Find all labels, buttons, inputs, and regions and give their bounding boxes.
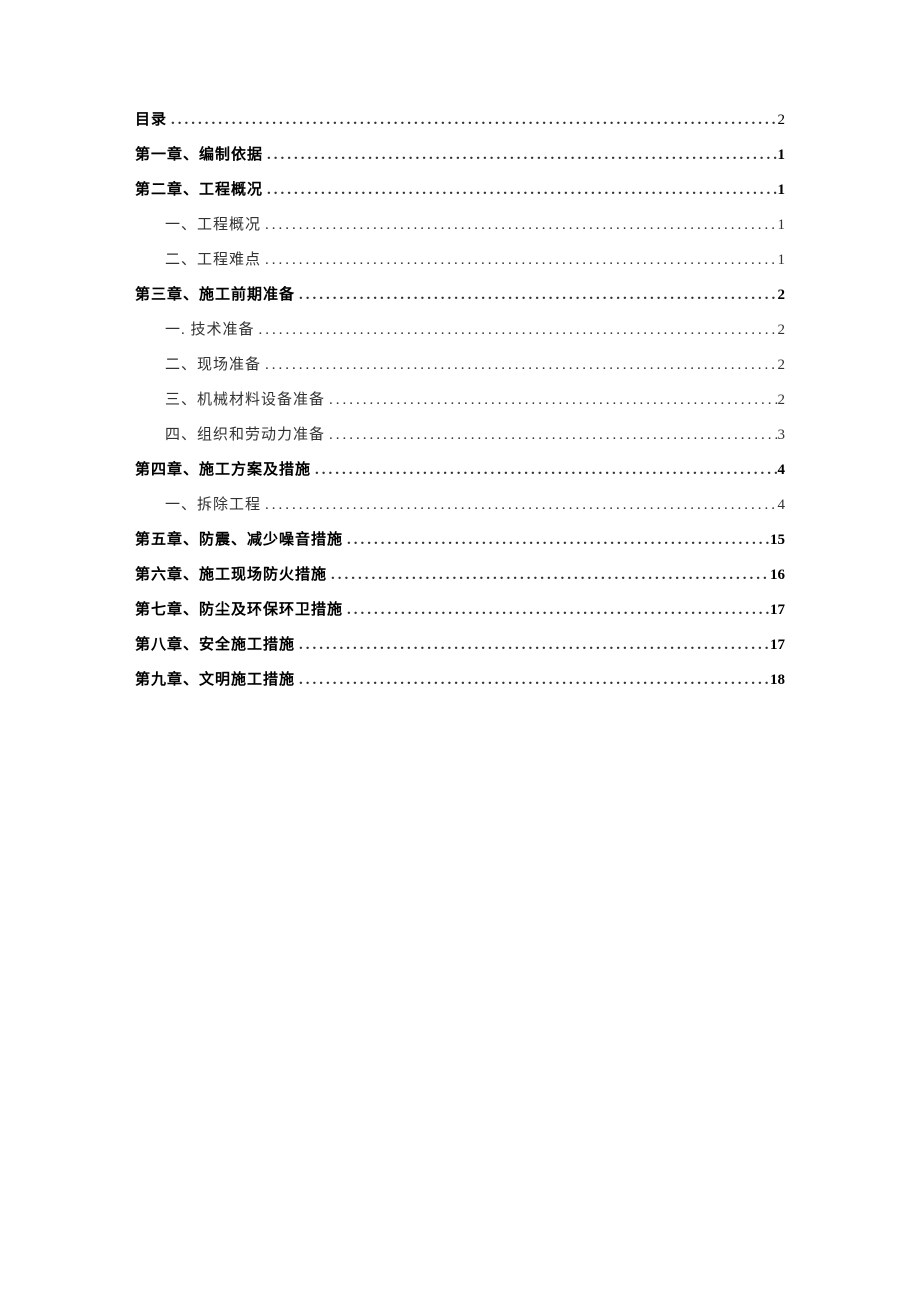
toc-entry: 第三章、施工前期准备 2	[135, 285, 785, 306]
toc-entry-label: 第一章、编制依据	[135, 145, 263, 166]
toc-entry-page: 2	[778, 355, 786, 376]
toc-entry-page: 1	[778, 250, 786, 271]
toc-leader-dots	[261, 250, 777, 271]
toc-entry-label: 第七章、防尘及环保环卫措施	[135, 600, 343, 621]
toc-entry: 二、现场准备 2	[135, 355, 785, 376]
toc-leader-dots	[295, 670, 770, 691]
toc-entry-page: 4	[778, 495, 786, 516]
toc-leader-dots	[261, 495, 777, 516]
toc-entry-label: 一、拆除工程	[165, 495, 261, 516]
toc-entry: 一、工程概况 1	[135, 215, 785, 236]
toc-entry-page: 17	[770, 600, 785, 621]
toc-entry: 一、拆除工程 4	[135, 495, 785, 516]
table-of-contents: 目录 2 第一章、编制依据 1 第二章、工程概况 1 一、工程概况 1 二、工程难点 1 第三章、施…	[135, 110, 785, 691]
toc-entry-page: 15	[770, 530, 785, 551]
toc-entry-page: 4	[778, 460, 786, 481]
toc-leader-dots	[263, 180, 777, 201]
toc-entry: 第五章、防震、减少噪音措施 15	[135, 530, 785, 551]
toc-entry: 四、组织和劳动力准备 3	[135, 425, 785, 446]
toc-leader-dots	[311, 460, 777, 481]
toc-entry-label: 二、工程难点	[165, 250, 261, 271]
toc-entry: 第七章、防尘及环保环卫措施 17	[135, 600, 785, 621]
toc-entry-page: 2	[778, 110, 786, 131]
toc-entry: 目录 2	[135, 110, 785, 131]
toc-leader-dots	[167, 110, 777, 131]
toc-entry: 二、工程难点 1	[135, 250, 785, 271]
toc-entry-page: 2	[778, 285, 786, 306]
toc-entry-label: 第九章、文明施工措施	[135, 670, 295, 691]
toc-entry: 第一章、编制依据 1	[135, 145, 785, 166]
toc-entry-label: 四、组织和劳动力准备	[165, 425, 325, 446]
toc-entry-page: 1	[778, 180, 786, 201]
toc-entry: 一. 技术准备 2	[135, 320, 785, 341]
toc-leader-dots	[343, 530, 770, 551]
toc-entry-label: 第四章、施工方案及措施	[135, 460, 311, 481]
toc-entry-label: 一. 技术准备	[165, 320, 255, 341]
toc-entry: 第八章、安全施工措施 17	[135, 635, 785, 656]
toc-entry: 第九章、文明施工措施 18	[135, 670, 785, 691]
toc-entry-page: 1	[778, 215, 786, 236]
toc-entry-label: 三、机械材料设备准备	[165, 390, 325, 411]
toc-entry-page: 2	[778, 390, 786, 411]
toc-leader-dots	[327, 565, 770, 586]
toc-leader-dots	[295, 635, 770, 656]
toc-leader-dots	[255, 320, 778, 341]
toc-entry-page: 2	[778, 320, 786, 341]
toc-entry-page: 17	[770, 635, 785, 656]
toc-entry-label: 第二章、工程概况	[135, 180, 263, 201]
toc-leader-dots	[261, 215, 777, 236]
toc-entry-page: 1	[778, 145, 786, 166]
toc-entry-page: 3	[778, 425, 786, 446]
toc-entry-page: 16	[770, 565, 785, 586]
toc-entry: 第四章、施工方案及措施 4	[135, 460, 785, 481]
toc-leader-dots	[343, 600, 770, 621]
toc-leader-dots	[325, 390, 777, 411]
toc-entry: 三、机械材料设备准备 2	[135, 390, 785, 411]
toc-entry-label: 第八章、安全施工措施	[135, 635, 295, 656]
toc-leader-dots	[295, 285, 777, 306]
toc-entry-page: 18	[770, 670, 785, 691]
toc-entry-label: 二、现场准备	[165, 355, 261, 376]
toc-leader-dots	[325, 425, 777, 446]
toc-leader-dots	[261, 355, 777, 376]
toc-entry-label: 第五章、防震、减少噪音措施	[135, 530, 343, 551]
toc-leader-dots	[263, 145, 777, 166]
toc-entry: 第六章、施工现场防火措施 16	[135, 565, 785, 586]
toc-entry-label: 第三章、施工前期准备	[135, 285, 295, 306]
toc-entry-label: 一、工程概况	[165, 215, 261, 236]
toc-entry-label: 目录	[135, 110, 167, 131]
toc-entry-label: 第六章、施工现场防火措施	[135, 565, 327, 586]
toc-entry: 第二章、工程概况 1	[135, 180, 785, 201]
